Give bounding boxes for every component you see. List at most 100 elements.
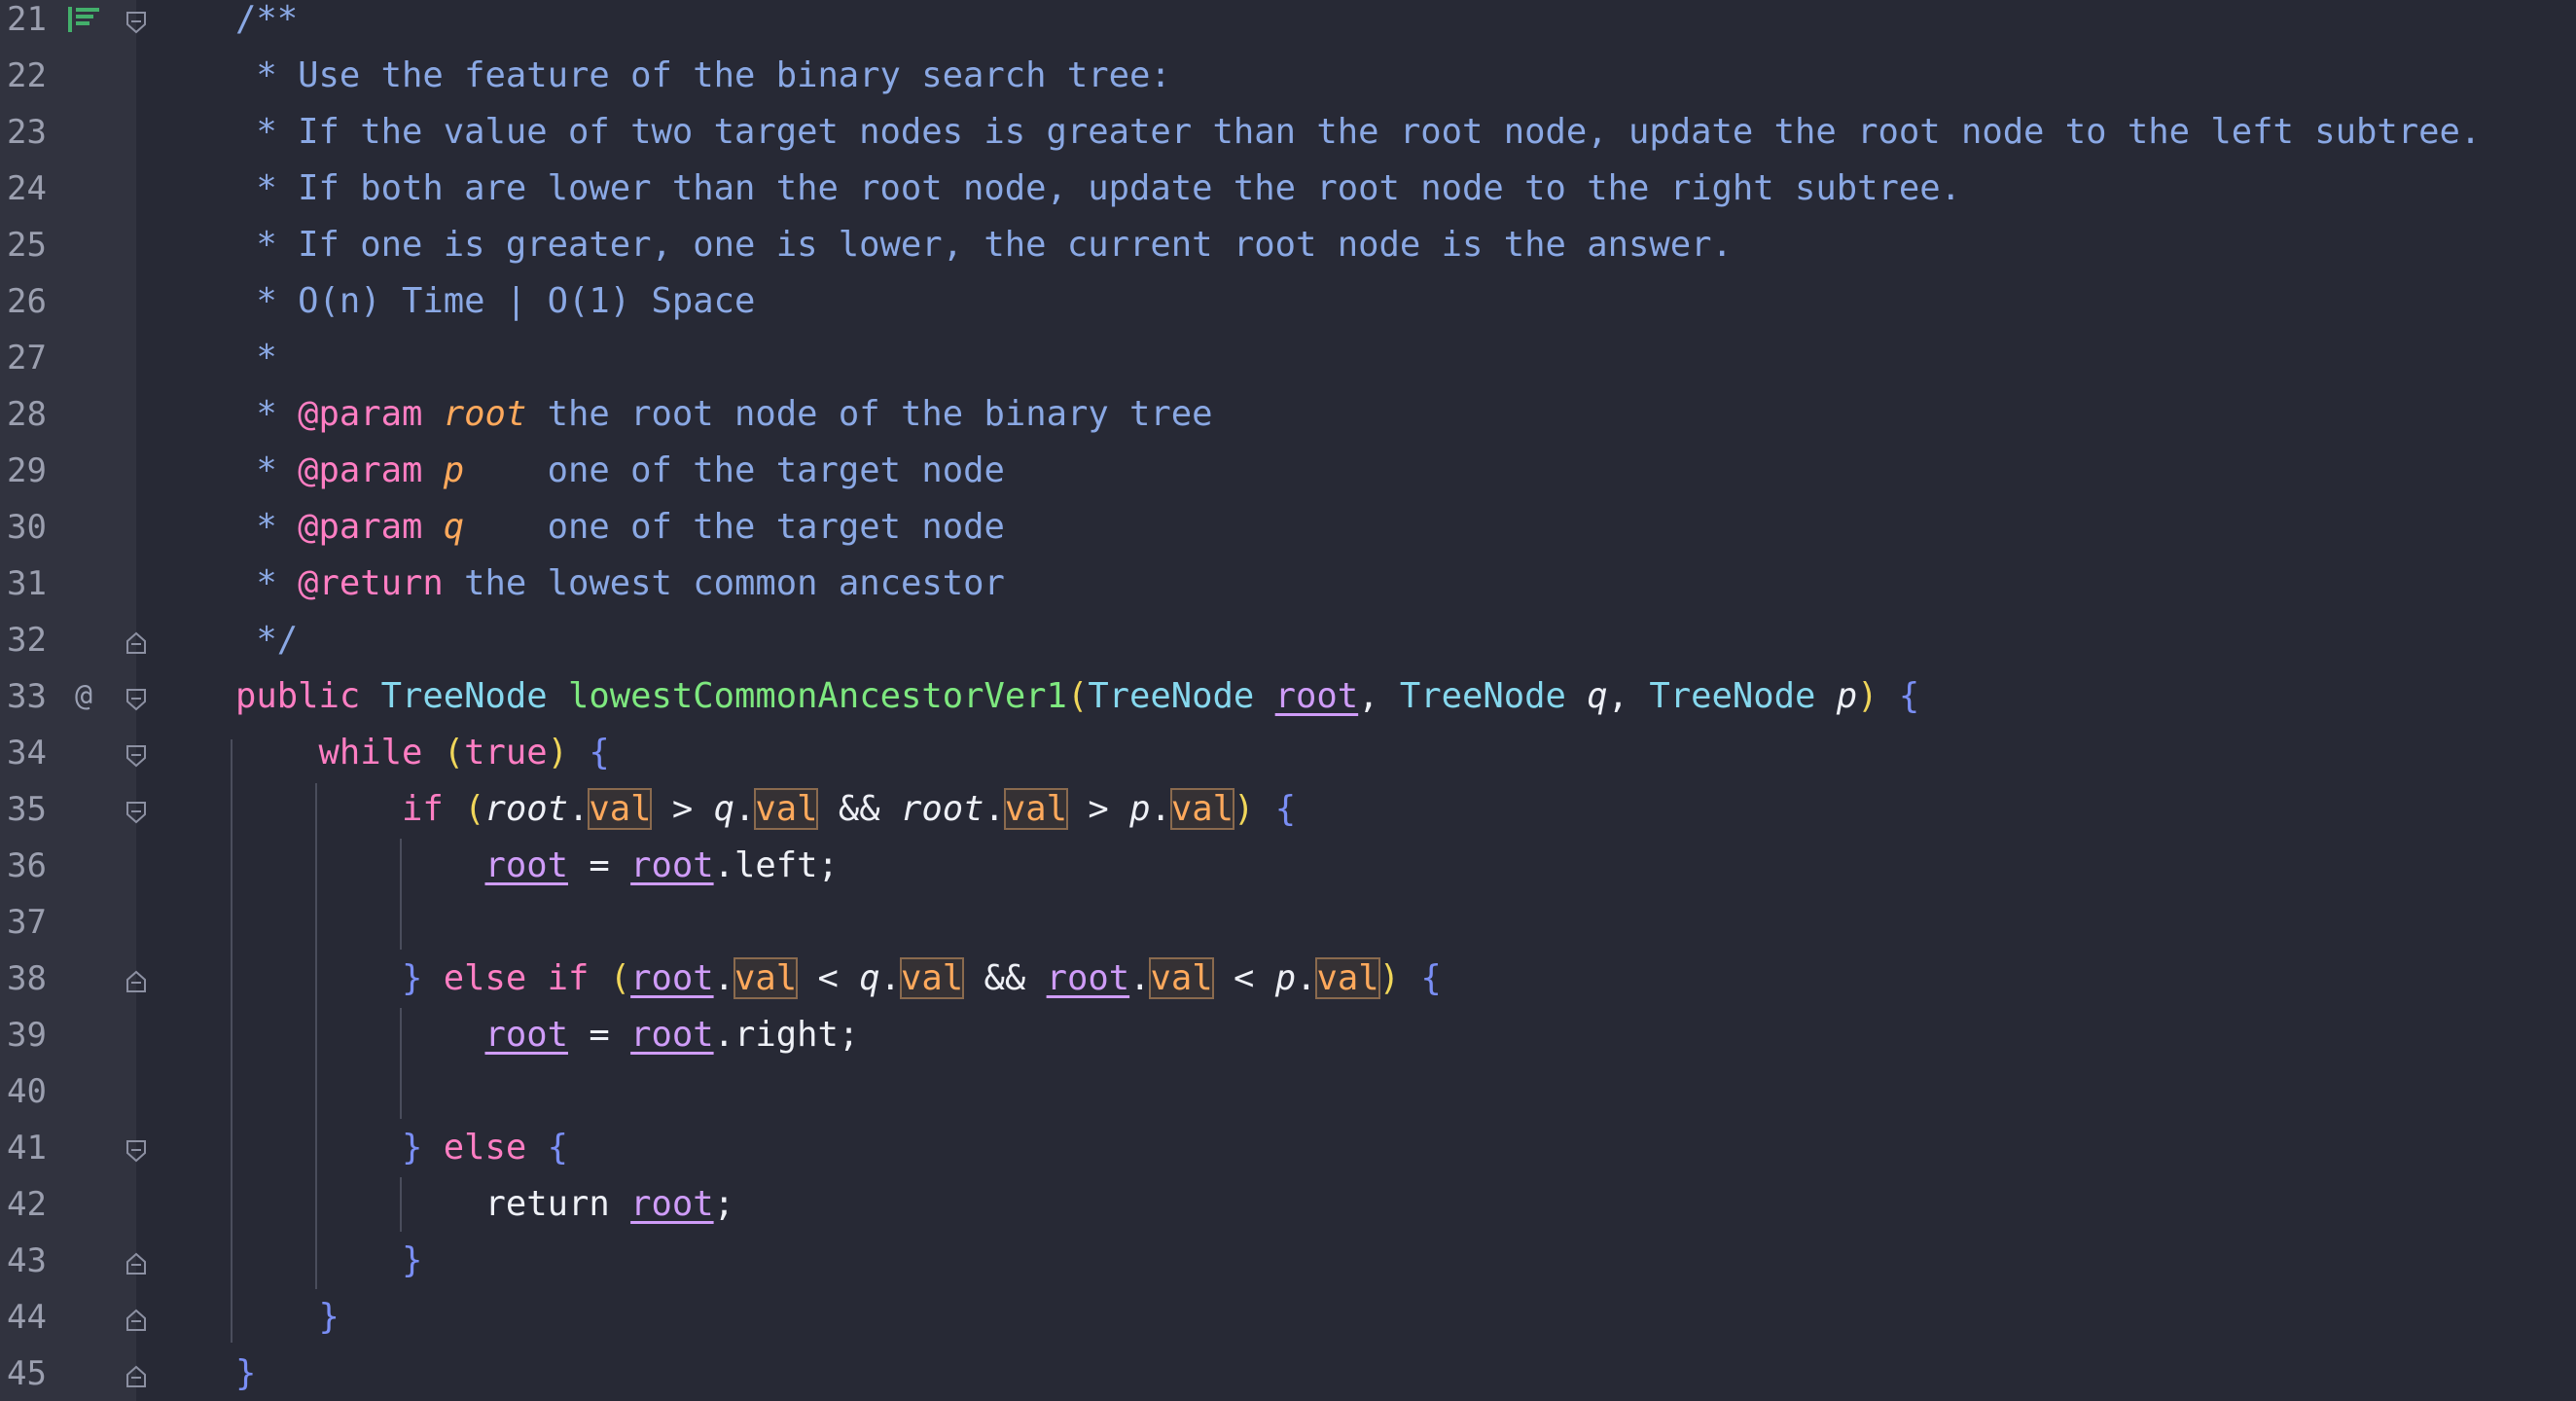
code-line: 25 * If one is greater, one is lower, th… xyxy=(0,226,2576,282)
line-number[interactable]: 30 xyxy=(0,508,47,564)
type-name[interactable]: TreeNode xyxy=(1088,676,1254,716)
reader-mode-icon[interactable] xyxy=(62,2,105,37)
variable-root[interactable]: root xyxy=(630,1184,714,1224)
variable-root[interactable]: root xyxy=(630,1015,714,1055)
field-val[interactable]: val xyxy=(1315,957,1380,999)
fold-end-icon[interactable] xyxy=(123,1307,150,1334)
fold-collapse-icon[interactable] xyxy=(123,1137,150,1165)
fold-collapse-icon[interactable] xyxy=(123,799,150,826)
parameter-root[interactable]: root xyxy=(1275,676,1359,716)
line-number[interactable]: 41 xyxy=(0,1129,47,1185)
line-number[interactable]: 43 xyxy=(0,1241,47,1298)
variable-root[interactable]: root xyxy=(630,958,714,998)
line-number[interactable]: 45 xyxy=(0,1354,47,1401)
assignment-statement: root = root.right; xyxy=(235,1016,859,1072)
fold-end-icon[interactable] xyxy=(123,1363,150,1390)
field-val[interactable]: val xyxy=(1149,957,1214,999)
variable-q[interactable]: q xyxy=(859,958,879,998)
variable-p[interactable]: p xyxy=(1275,958,1296,998)
keyword: else xyxy=(443,1128,527,1168)
variable-root[interactable]: root xyxy=(901,789,984,829)
code-line: 21 /** xyxy=(0,0,2576,56)
line-number[interactable]: 40 xyxy=(0,1072,47,1129)
line-number[interactable]: 22 xyxy=(0,56,47,113)
line-number[interactable]: 35 xyxy=(0,790,47,846)
operator: = xyxy=(567,1015,631,1055)
line-number[interactable]: 27 xyxy=(0,339,47,395)
javadoc-tag: @param xyxy=(298,450,423,490)
fold-collapse-icon[interactable] xyxy=(123,686,150,713)
parameter-p[interactable]: p xyxy=(1837,676,1857,716)
dot: . xyxy=(713,958,734,998)
field-val[interactable]: val xyxy=(1169,788,1234,830)
fold-collapse-icon[interactable] xyxy=(123,9,150,36)
variable-root[interactable]: root xyxy=(484,845,568,885)
line-number[interactable]: 36 xyxy=(0,846,47,903)
line-number[interactable]: 37 xyxy=(0,903,47,959)
javadoc-param-name[interactable]: p xyxy=(444,450,464,490)
javadoc-text: one of the target node xyxy=(464,507,1005,547)
variable-root[interactable]: root xyxy=(1047,958,1130,998)
variable-root[interactable]: root xyxy=(484,789,568,829)
field-val[interactable]: val xyxy=(1003,788,1068,830)
type-name[interactable]: TreeNode xyxy=(1649,676,1815,716)
javadoc-text: * If both are lower than the root node, … xyxy=(235,168,1961,208)
variable-q[interactable]: q xyxy=(714,789,734,829)
field-val[interactable]: val xyxy=(899,957,965,999)
line-number[interactable]: 29 xyxy=(0,451,47,508)
line-number[interactable]: 21 xyxy=(0,0,47,56)
method-name[interactable]: lowestCommonAncestorVer1 xyxy=(568,676,1067,716)
dot: . xyxy=(733,789,756,829)
fold-collapse-icon[interactable] xyxy=(123,742,150,770)
javadoc-text: */ xyxy=(235,620,299,660)
field-access[interactable]: .right; xyxy=(714,1015,860,1055)
parameter-q[interactable]: q xyxy=(1587,676,1607,716)
field-access[interactable]: .left; xyxy=(714,845,839,885)
brace: } xyxy=(318,1297,340,1337)
line-number[interactable]: 23 xyxy=(0,113,47,169)
line-number[interactable]: 25 xyxy=(0,226,47,282)
keyword: return xyxy=(484,1184,610,1224)
javadoc-text: * xyxy=(235,394,299,434)
keyword: public xyxy=(235,676,361,716)
code-editor[interactable]: 21 /** 22 * Use the feature of the binar… xyxy=(0,0,2576,1401)
javadoc-param-name[interactable]: root xyxy=(444,394,527,434)
closing-brace-line: } xyxy=(235,1354,256,1401)
variable-p[interactable]: p xyxy=(1129,789,1150,829)
keyword: else xyxy=(443,958,527,998)
line-number[interactable]: 42 xyxy=(0,1185,47,1241)
type-name[interactable]: TreeNode xyxy=(1400,676,1566,716)
code-line: 27 * xyxy=(0,339,2576,395)
line-number[interactable]: 39 xyxy=(0,1016,47,1072)
override-icon[interactable]: @ xyxy=(62,679,105,714)
line-number[interactable]: 44 xyxy=(0,1298,47,1354)
variable-root[interactable]: root xyxy=(630,845,714,885)
field-val[interactable]: val xyxy=(588,788,653,830)
fold-end-icon[interactable] xyxy=(123,629,150,657)
line-number[interactable]: 24 xyxy=(0,169,47,226)
fold-end-icon[interactable] xyxy=(123,1250,150,1277)
javadoc-tag: @param xyxy=(298,394,423,434)
line-number[interactable]: 38 xyxy=(0,959,47,1016)
variable-root[interactable]: root xyxy=(484,1015,568,1055)
line-number[interactable]: 28 xyxy=(0,395,47,451)
field-val[interactable]: val xyxy=(754,788,819,830)
line-number[interactable]: 34 xyxy=(0,734,47,790)
line-number[interactable]: 32 xyxy=(0,621,47,677)
field-val[interactable]: val xyxy=(733,957,799,999)
line-number[interactable]: 33 xyxy=(0,677,47,734)
fold-end-icon[interactable] xyxy=(123,968,150,995)
line-number[interactable]: 26 xyxy=(0,282,47,339)
javadoc-param-name[interactable]: q xyxy=(444,507,464,547)
type-name[interactable]: TreeNode xyxy=(381,676,548,716)
dot: . xyxy=(1150,789,1171,829)
line-number[interactable]: 31 xyxy=(0,564,47,621)
dot: . xyxy=(567,789,590,829)
paren: ( xyxy=(464,789,485,829)
